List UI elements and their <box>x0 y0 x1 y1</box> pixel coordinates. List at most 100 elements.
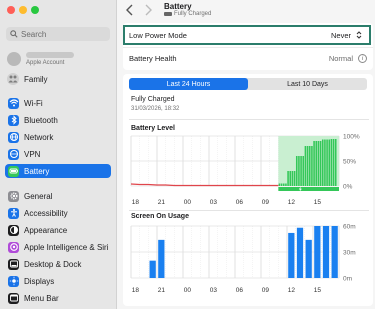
y-tick-label: 50% <box>343 159 356 166</box>
sidebar-item-family[interactable]: Family <box>7 72 48 86</box>
toolbar: Battery Fully Charged <box>118 0 375 20</box>
screen-on-usage-title: Screen On Usage <box>131 213 189 220</box>
x-tick-label: 12 <box>288 199 296 206</box>
y-tick-label: 0m <box>343 276 352 283</box>
sidebar-item-label: Wi-Fi <box>24 98 43 108</box>
sidebar-item-accessibility[interactable]: Accessibility <box>5 206 111 220</box>
sidebar-item-label: Displays <box>24 276 55 286</box>
battery-level-bar <box>289 171 292 186</box>
battery-level-bar <box>311 146 313 186</box>
low-power-mode-value: Never <box>330 30 351 40</box>
x-tick-label: 18 <box>132 287 140 294</box>
battery-level-bar <box>315 141 318 186</box>
battery-level-bar <box>280 183 283 186</box>
low-battery-line <box>130 183 279 187</box>
battery-level-bar <box>330 139 333 186</box>
siri-icon <box>8 241 19 253</box>
battery-level-bar <box>313 141 315 186</box>
wifi-icon <box>8 97 19 109</box>
vpn-icon <box>8 148 19 160</box>
battery-level-bar <box>328 139 331 186</box>
low-power-mode-label: Low Power Mode <box>129 30 187 40</box>
sidebar: Search Apple Account Family Wi-Fi Bluetoo… <box>0 0 117 309</box>
sun-icon <box>8 275 19 287</box>
usage-bar <box>305 239 312 278</box>
x-tick-label: 21 <box>158 199 166 206</box>
sidebar-item-desktop-and-dock[interactable]: Desktop & Dock <box>5 257 111 271</box>
x-tick-label: 15 <box>314 287 322 294</box>
battery-level-bar <box>332 139 335 186</box>
sidebar-item-apple-intelligence-and-siri[interactable]: Apple Intelligence & Siri <box>5 240 111 254</box>
battery-level-bar <box>308 146 311 186</box>
sidebar-item-label: Family <box>24 74 48 84</box>
sidebar-item-label: Network <box>24 132 54 142</box>
apple-account-item[interactable]: Apple Account <box>7 48 111 70</box>
battery-level-bar <box>293 171 296 186</box>
x-tick-label: 06 <box>236 199 244 206</box>
y-tick-label: 100% <box>343 134 360 141</box>
battery-level-chart: 100% 50% 0% 18 21 00 03 06 09 12 15 <box>130 134 360 206</box>
sidebar-item-appearance[interactable]: Appearance <box>5 223 111 237</box>
battery-level-bar <box>326 139 328 186</box>
usage-bar <box>296 227 304 278</box>
battery-level-bar <box>295 156 298 186</box>
time-range-segmented-control: Last 24 Hours Last 10 Days <box>129 78 367 90</box>
avatar <box>7 52 21 66</box>
battery-level-bar <box>304 146 307 186</box>
sidebar-item-battery[interactable]: Battery <box>5 164 111 178</box>
charge-status: Fully Charged <box>131 96 175 103</box>
divider <box>129 210 369 211</box>
sidebar-item-wi-fi[interactable]: Wi-Fi <box>5 96 111 110</box>
sidebar-item-label: General <box>24 191 53 201</box>
sidebar-item-label: VPN <box>24 149 41 159</box>
y-tick-label: 60m <box>343 224 356 231</box>
sidebar-item-general[interactable]: General <box>5 189 111 203</box>
back-chevron-icon[interactable] <box>125 4 135 16</box>
search-icon <box>10 30 18 38</box>
x-tick-label: 03 <box>210 199 218 206</box>
minimize-window-button[interactable] <box>19 6 27 14</box>
info-icon[interactable]: i <box>358 54 367 63</box>
battery-level-bar <box>302 156 305 186</box>
battery-level-bar <box>319 141 322 186</box>
main-pane: Battery Fully Charged Battery Health Nor… <box>118 0 375 309</box>
battery-level-bar <box>317 141 320 186</box>
low-power-mode-popup[interactable]: Never <box>331 30 363 40</box>
page-title: Battery <box>164 2 192 11</box>
x-tick-label: 03 <box>210 287 218 294</box>
usage-bar <box>158 239 165 278</box>
sidebar-item-label: Battery <box>24 166 50 176</box>
battery-level-bar <box>291 171 294 186</box>
battery-level-bar <box>298 156 300 186</box>
updown-chevron-icon <box>356 31 362 39</box>
tab-last-10-days[interactable]: Last 10 Days <box>248 78 367 90</box>
sidebar-item-bluetooth[interactable]: Bluetooth <box>5 113 111 127</box>
charging-indicator-strip <box>278 187 339 191</box>
account-subtitle: Apple Account <box>26 60 65 66</box>
battery-level-bar <box>282 183 285 186</box>
sidebar-item-displays[interactable]: Displays <box>5 274 111 288</box>
sidebar-item-label: Menu Bar <box>24 293 59 303</box>
sidebar-item-vpn[interactable]: VPN <box>5 147 111 161</box>
tab-last-24-hours[interactable]: Last 24 Hours <box>129 78 248 90</box>
low-power-mode-row: Low Power Mode Never <box>123 25 371 45</box>
search-input[interactable]: Search <box>6 27 110 41</box>
x-tick-label: 09 <box>262 199 270 206</box>
appearance-icon <box>8 224 19 236</box>
zoom-window-button[interactable] <box>31 6 39 14</box>
menubar-icon <box>8 292 19 304</box>
window-controls <box>7 6 39 14</box>
battery-level-bar <box>321 139 324 186</box>
sidebar-item-network[interactable]: Network <box>5 130 111 144</box>
forward-chevron-icon[interactable] <box>143 4 153 16</box>
battery-level-bar <box>300 156 302 186</box>
close-window-button[interactable] <box>7 6 15 14</box>
y-tick-label: 30m <box>343 250 356 257</box>
battery-status-icon <box>164 12 172 16</box>
x-tick-label: 15 <box>314 199 322 206</box>
sidebar-item-label: Appearance <box>24 225 68 235</box>
sidebar-item-menu-bar[interactable]: Menu Bar <box>5 291 111 305</box>
globe-icon <box>8 131 19 143</box>
gear-icon <box>8 190 19 202</box>
x-tick-label: 12 <box>288 287 296 294</box>
